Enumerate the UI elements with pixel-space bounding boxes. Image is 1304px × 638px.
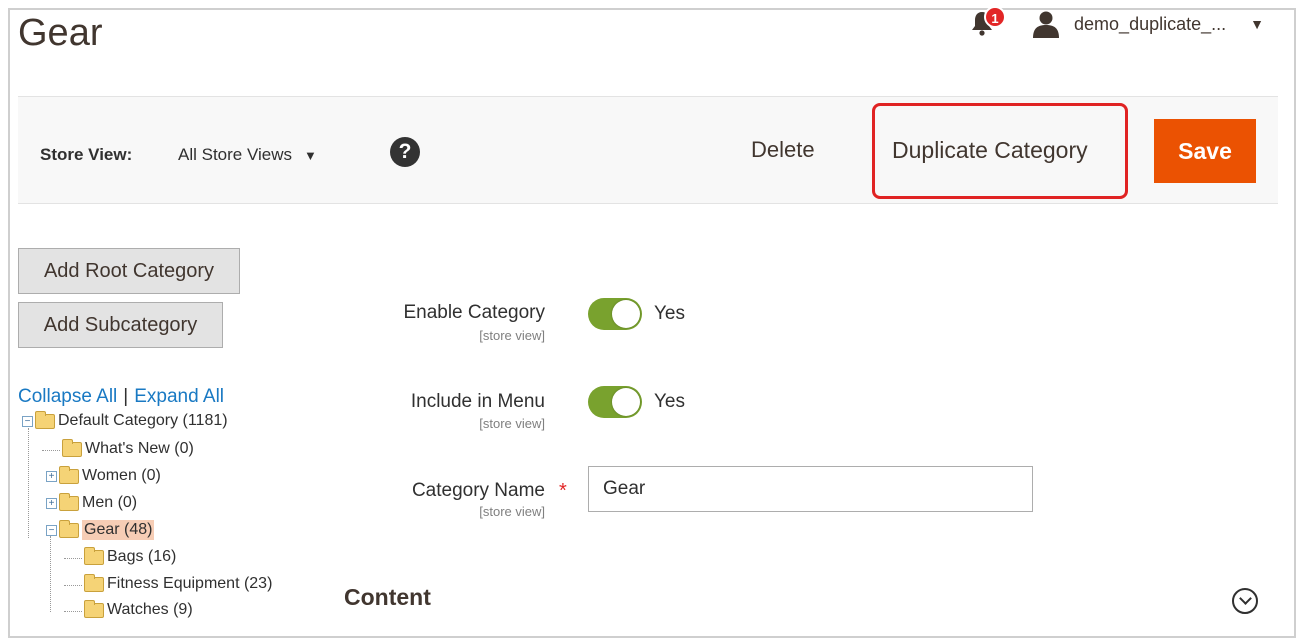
folder-icon: [84, 599, 104, 618]
required-asterisk: *: [559, 480, 567, 502]
duplicate-category-button[interactable]: Duplicate Category: [892, 137, 1088, 164]
tree-connector: [64, 611, 82, 612]
tree-node-label: Men (0): [82, 494, 138, 511]
tree-node-watches[interactable]: Watches (9): [84, 599, 193, 619]
tree-node-bags[interactable]: Bags (16): [84, 546, 177, 566]
tree-node-women[interactable]: + Women (0): [46, 465, 161, 485]
tree-controls-separator: |: [123, 386, 129, 407]
tree-node-whats-new[interactable]: What's New (0): [62, 438, 194, 458]
collapse-icon[interactable]: −: [22, 415, 33, 427]
page-title: Gear: [18, 12, 103, 54]
tree-connector: [28, 428, 29, 538]
delete-button[interactable]: Delete: [751, 137, 815, 163]
tree-node-label: Watches (9): [107, 601, 193, 618]
user-menu[interactable]: demo_duplicate_... ▼: [1032, 10, 1264, 38]
tree-node-fitness-equipment[interactable]: Fitness Equipment (23): [84, 573, 273, 593]
category-name-label: Category Name: [411, 480, 545, 501]
folder-icon: [35, 410, 55, 429]
tree-node-gear[interactable]: − Gear (48): [46, 519, 155, 540]
page-actions-toolbar: Store View: All Store Views ▼ ? Delete D…: [18, 96, 1278, 204]
tree-node-label: What's New (0): [85, 440, 194, 457]
category-name-input[interactable]: [588, 466, 1033, 512]
tree-connector: [42, 450, 60, 451]
toggle-knob: [612, 388, 640, 416]
toggle-knob: [612, 300, 640, 328]
content-section-title[interactable]: Content: [344, 584, 431, 611]
user-icon: [1033, 11, 1060, 38]
tree-node-default-category[interactable]: − Default Category (1181): [22, 410, 228, 430]
collapse-icon[interactable]: −: [46, 524, 57, 536]
tree-node-label: Fitness Equipment (23): [107, 575, 273, 592]
folder-icon: [84, 546, 104, 565]
help-icon[interactable]: ?: [390, 137, 420, 167]
include-in-menu-scope: [store view]: [479, 416, 545, 431]
tree-node-label: Women (0): [82, 467, 161, 484]
store-view-value: All Store Views: [178, 145, 293, 164]
enable-category-scope: [store view]: [479, 328, 545, 343]
chevron-down-icon: ▼: [1250, 16, 1264, 32]
add-root-category-button[interactable]: Add Root Category: [18, 248, 240, 294]
folder-icon: [59, 465, 79, 484]
notifications-button[interactable]: 1: [970, 6, 1007, 38]
add-subcategory-button[interactable]: Add Subcategory: [18, 302, 223, 348]
enable-category-label: Enable Category: [403, 302, 545, 323]
folder-icon: [59, 519, 79, 538]
tree-connector: [50, 536, 51, 612]
include-in-menu-label: Include in Menu: [410, 391, 545, 412]
enable-category-value: Yes: [654, 303, 685, 324]
store-view-switcher[interactable]: All Store Views ▼: [178, 145, 317, 165]
expand-section-icon[interactable]: [1232, 588, 1258, 614]
expand-icon[interactable]: +: [46, 497, 57, 509]
expand-icon[interactable]: +: [46, 470, 57, 482]
tree-node-label: Default Category (1181): [58, 412, 228, 429]
tree-controls: Collapse All | Expand All: [18, 386, 224, 408]
header-actions: 1 demo_duplicate_... ▼: [970, 6, 1264, 38]
folder-icon: [59, 492, 79, 511]
include-in-menu-toggle[interactable]: [588, 386, 642, 418]
tree-node-label: Bags (16): [107, 548, 177, 565]
tree-node-men[interactable]: + Men (0): [46, 492, 138, 512]
folder-icon: [62, 438, 82, 457]
tree-connector: [64, 558, 82, 559]
expand-all-link[interactable]: Expand All: [134, 386, 224, 407]
category-name-scope: [store view]: [479, 504, 545, 519]
tree-connector: [64, 585, 82, 586]
chevron-down-icon: ▼: [304, 147, 317, 163]
store-view-label: Store View:: [40, 145, 133, 164]
user-name: demo_duplicate_...: [1074, 13, 1227, 34]
notification-count-badge: 1: [984, 6, 1007, 28]
folder-icon: [84, 573, 104, 592]
collapse-all-link[interactable]: Collapse All: [18, 386, 117, 407]
save-button[interactable]: Save: [1154, 119, 1256, 183]
tree-node-label-selected: Gear (48): [82, 520, 155, 540]
include-in-menu-value: Yes: [654, 391, 685, 412]
enable-category-toggle[interactable]: [588, 298, 642, 330]
